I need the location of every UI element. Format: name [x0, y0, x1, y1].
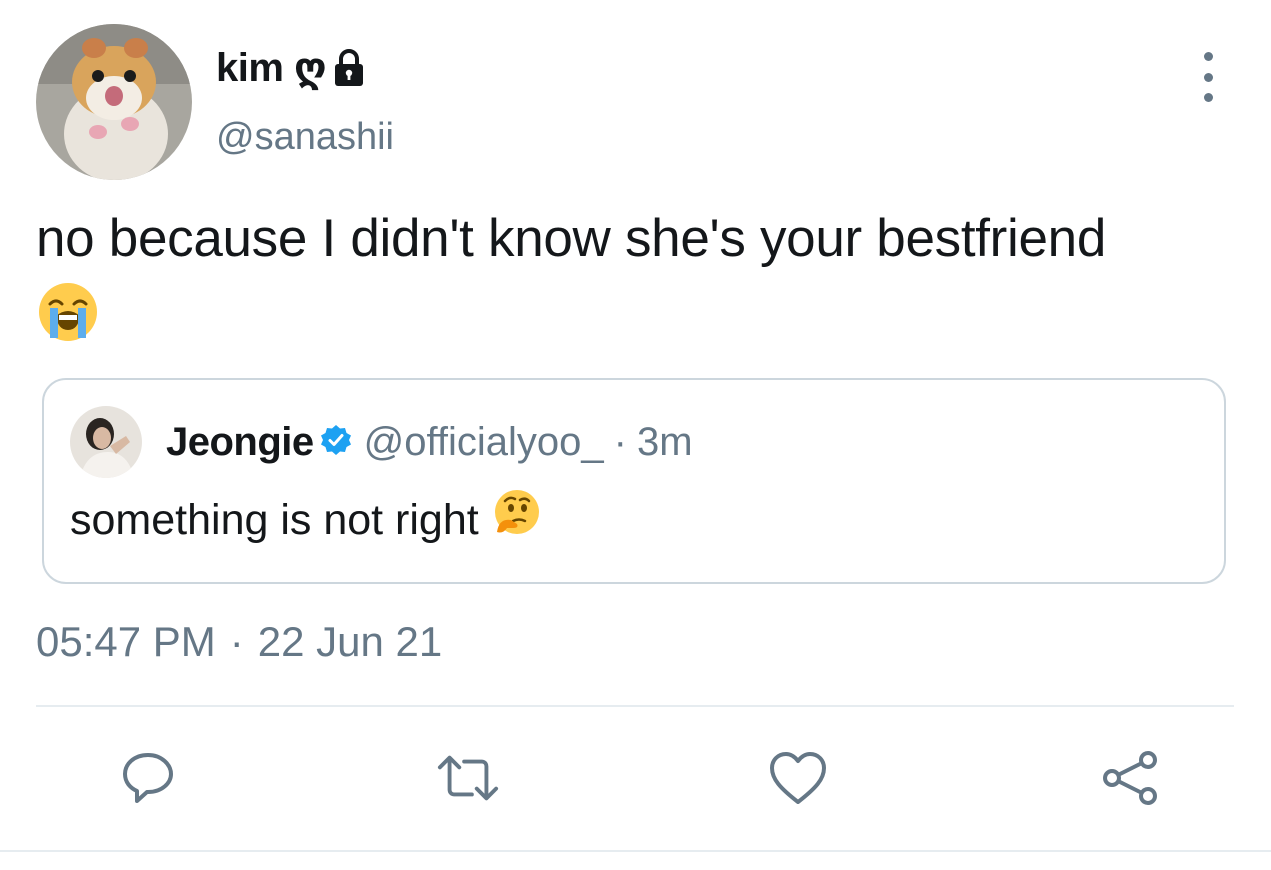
- quoted-display-name[interactable]: Jeongie: [166, 420, 314, 465]
- loudly-crying-face-emoji-icon: [36, 280, 100, 362]
- like-button[interactable]: [766, 746, 830, 810]
- quoted-tweet-header: Jeongie @officialyoo_ · 3m: [166, 414, 693, 470]
- quoted-handle[interactable]: @officialyoo_: [364, 420, 604, 465]
- retweet-icon: [437, 755, 499, 801]
- divider: [0, 850, 1271, 852]
- reply-button[interactable]: [116, 746, 180, 810]
- author-display-name[interactable]: kim ღ: [216, 45, 327, 91]
- share-icon: [1103, 751, 1157, 805]
- author-avatar[interactable]: [36, 24, 192, 180]
- like-icon: [770, 752, 826, 804]
- tweet-text: no because I didn't know she's your best…: [36, 204, 1246, 362]
- more-options-button[interactable]: [1190, 52, 1226, 102]
- thinking-face-emoji-icon: [491, 488, 541, 552]
- quoted-author-avatar[interactable]: [70, 406, 142, 478]
- verified-badge-icon: [320, 424, 352, 461]
- share-button[interactable]: [1098, 746, 1162, 810]
- more-dot-icon: [1203, 72, 1213, 82]
- quoted-time: 3m: [636, 419, 693, 464]
- timestamp-separator: ·: [229, 618, 244, 665]
- quoted-tweet-card[interactable]: Jeongie @officialyoo_ · 3m something is …: [42, 378, 1226, 584]
- lock-icon: [335, 49, 364, 86]
- person-avatar-icon: [70, 406, 142, 478]
- author-handle[interactable]: @sanashii: [216, 116, 394, 159]
- author-name-row: kim ღ: [216, 40, 366, 96]
- timestamp-date: 22 Jun 21: [257, 618, 443, 665]
- tweet-timestamp: 05:47 PM · 22 Jun 21: [36, 618, 442, 666]
- timestamp-time: 05:47 PM: [36, 618, 216, 665]
- more-dot-icon: [1203, 52, 1213, 61]
- hamster-avatar-icon: [36, 24, 192, 180]
- tweet-body: no because I didn't know she's your best…: [36, 209, 1107, 268]
- quoted-body: something is not right: [70, 496, 479, 544]
- reply-icon: [123, 753, 173, 803]
- retweet-button[interactable]: [436, 746, 500, 810]
- divider: [36, 705, 1234, 707]
- header-separator: ·: [613, 419, 627, 464]
- more-dot-icon: [1203, 93, 1213, 102]
- quoted-tweet-text: something is not right: [70, 488, 541, 552]
